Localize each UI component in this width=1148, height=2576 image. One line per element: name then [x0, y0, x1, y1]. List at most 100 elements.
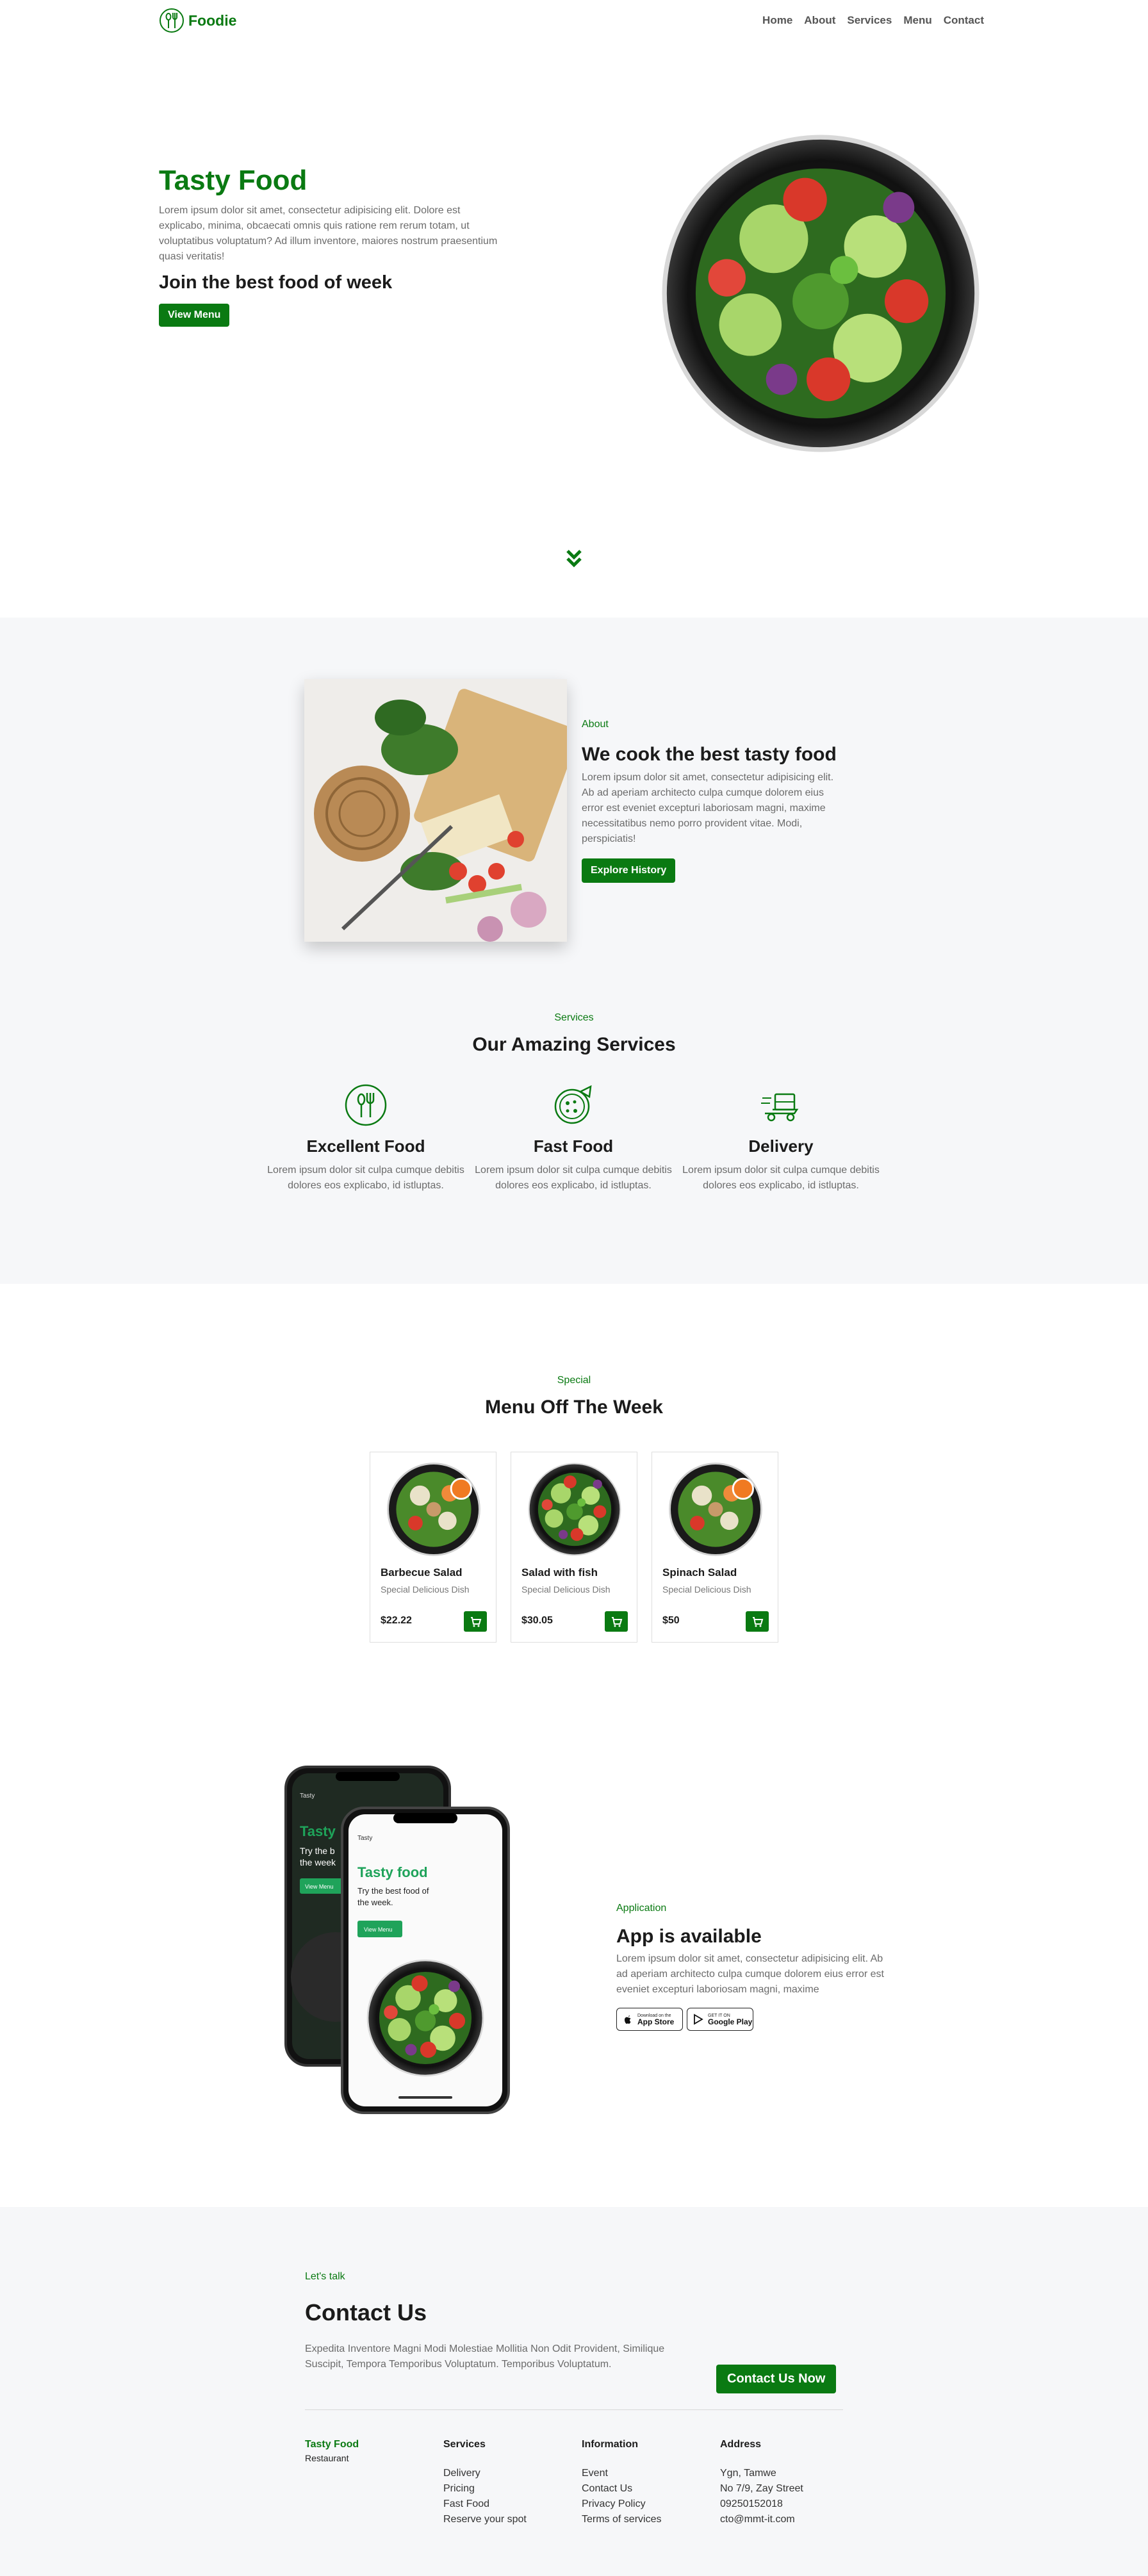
address-line: Ygn, Tamwe [720, 2468, 776, 2479]
footer-info-title: Information [582, 2439, 638, 2450]
app-store-badge[interactable]: Download on the App Store [616, 2008, 683, 2031]
footer-services-title: Services [443, 2439, 486, 2450]
pizza-icon [554, 1085, 592, 1124]
footer-link-terms[interactable]: Terms of services [582, 2512, 661, 2527]
contact-description: Expedita Inventore Magni Modi Molestiae … [305, 2343, 665, 2370]
app-eyebrow: Application [616, 1903, 667, 1914]
about-description: Lorem ipsum dolor sit amet, consectetur … [582, 772, 834, 844]
nav-link-about[interactable]: About [804, 14, 835, 27]
footer-address-title: Address [720, 2439, 762, 2450]
cart-icon [471, 1617, 482, 1627]
footer-link-delivery[interactable]: Delivery [443, 2466, 527, 2481]
phone-back-brand: Tasty [300, 1793, 315, 1800]
footer-link-fast-food[interactable]: Fast Food [443, 2497, 527, 2512]
nav-link-services[interactable]: Services [847, 14, 892, 27]
phone-back-title: Tasty [300, 1823, 336, 1839]
google-play-icon [694, 2014, 703, 2025]
nav-links: Home About Services Menu Contact [762, 14, 984, 27]
dish-price: $30.05 [521, 1615, 553, 1626]
add-to-cart-button[interactable] [605, 1611, 628, 1632]
phone-title: Tasty food [357, 1864, 428, 1880]
service-name: Delivery [748, 1136, 814, 1156]
hero-subtitle: Join the best food of week [159, 272, 393, 293]
store-badges: Download on the App Store GET IT ON Goog… [616, 2008, 885, 2031]
about-section: About We cook the best tasty food Lorem … [0, 618, 1148, 1002]
app-title: App is available [616, 1926, 762, 1947]
contact-eyebrow: Let's talk [305, 2271, 345, 2282]
phone-back-text: Try the b [300, 1846, 335, 1856]
about-eyebrow: About [582, 719, 609, 730]
dish-subtitle: Special Delicious Dish [662, 1584, 751, 1595]
phone-brand: Tasty [357, 1835, 372, 1842]
menu-eyebrow: Special [557, 1375, 591, 1386]
footer-link-pricing[interactable]: Pricing [443, 2481, 527, 2497]
footer-tagline: Restaurant [305, 2453, 349, 2463]
footer-link-privacy[interactable]: Privacy Policy [582, 2497, 661, 2512]
dish-name: Barbecue Salad [381, 1566, 463, 1579]
footer-link-event[interactable]: Event [582, 2466, 661, 2481]
svg-text:the week.: the week. [357, 1898, 393, 1907]
service-excellent-food: Excellent Food Lorem ipsum dolor sit cul… [266, 1083, 465, 1194]
service-fast-food: Fast Food Lorem ipsum dolor sit culpa cu… [474, 1083, 673, 1194]
nav-link-home[interactable]: Home [762, 14, 792, 27]
phone-number: 09250152018 [720, 2498, 783, 2509]
cart-icon [612, 1617, 623, 1627]
cart-icon [753, 1617, 764, 1627]
menu-section: Special Menu Off The Week Barbecue Salad… [0, 1284, 1148, 1707]
view-menu-button[interactable]: View Menu [159, 304, 230, 327]
menu-card[interactable]: Barbecue Salad Special Delicious Dish $2… [370, 1452, 496, 1643]
services-section: Services Our Amazing Services Excellent … [0, 1002, 1148, 1284]
dish-subtitle: Special Delicious Dish [381, 1584, 470, 1595]
contact-section: Let's talk Contact Us Expedita Inventore… [0, 2207, 1148, 2576]
contact-title: Contact Us [305, 2299, 427, 2326]
service-delivery: Delivery Lorem ipsum dolor sit culpa cum… [682, 1083, 880, 1194]
google-play-label: Google Play [708, 2017, 753, 2026]
explore-history-button[interactable]: Explore History [582, 858, 676, 883]
footer-information: Information Event Contact Us Privacy Pol… [582, 2439, 661, 2527]
menu-card[interactable]: Salad with fish Special Delicious Dish $… [511, 1452, 637, 1643]
apple-icon [625, 2015, 631, 2024]
about-food-image [304, 679, 567, 942]
about-services-wrapper: About We cook the best tasty food Lorem … [0, 618, 1148, 1284]
about-text: About We cook the best tasty food Lorem … [582, 719, 838, 883]
nav-link-menu[interactable]: Menu [903, 14, 931, 27]
menu-title: Menu Off The Week [485, 1397, 663, 1418]
email-link[interactable]: cto@mmt-it.com [720, 2512, 803, 2527]
hero-text: Tasty Food Lorem ipsum dolor sit amet, c… [159, 165, 498, 327]
hero-section: Tasty Food Lorem ipsum dolor sit amet, c… [0, 46, 1148, 618]
app-text: Application App is available Lorem ipsum… [616, 1903, 885, 2031]
footer-link-reserve[interactable]: Reserve your spot [443, 2512, 527, 2527]
address-street: No 7/9, Zay Street [720, 2483, 803, 2494]
hero-salad-image [657, 129, 985, 457]
top-nav: Foodie Home About Services Menu Contact [0, 0, 1148, 46]
phone-mockup-front: Tasty Tasty food Try the best food of th… [341, 1807, 510, 2114]
add-to-cart-button[interactable] [746, 1611, 769, 1632]
menu-card[interactable]: Spinach Salad Special Delicious Dish $50 [652, 1452, 778, 1643]
google-play-badge[interactable]: GET IT ON Google Play [687, 2008, 753, 2031]
contact-us-now-button[interactable]: Contact Us Now [716, 2365, 837, 2393]
dish-price: $50 [662, 1615, 680, 1626]
svg-text:Try the best food of: Try the best food of [357, 1886, 429, 1896]
phone-back-button: View Menu [305, 1883, 333, 1890]
add-to-cart-button[interactable] [464, 1611, 487, 1632]
service-name: Fast Food [533, 1136, 614, 1156]
about-title: We cook the best tasty food [582, 744, 837, 765]
delivery-icon [761, 1093, 799, 1122]
barbecue-salad-image [387, 1463, 480, 1556]
app-section: Tasty Tasty Try the b the week View Menu… [0, 1707, 1148, 2207]
service-description: Lorem ipsum dolor sit culpa cumque debit… [682, 1165, 880, 1191]
footer-brand-name: Tasty Food [305, 2439, 359, 2450]
nav-link-contact[interactable]: Contact [944, 14, 984, 27]
salad-with-fish-image [528, 1463, 621, 1556]
footer-services: Services Delivery Pricing Fast Food Rese… [443, 2439, 527, 2527]
dish-price: $22.22 [381, 1615, 412, 1626]
logo[interactable]: Foodie [159, 8, 236, 33]
hero-description: Lorem ipsum dolor sit amet, consectetur … [159, 205, 498, 262]
footer-address: Address Ygn, Tamwe No 7/9, Zay Street 09… [720, 2439, 803, 2527]
scroll-down-chevron-icon[interactable] [564, 546, 584, 571]
service-description: Lorem ipsum dolor sit culpa cumque debit… [475, 1165, 672, 1191]
food-icon [345, 1084, 387, 1126]
phone-back-text-2: the week [300, 1857, 336, 1867]
fork-spoon-logo-icon [160, 8, 184, 33]
footer-link-contact[interactable]: Contact Us [582, 2481, 661, 2497]
